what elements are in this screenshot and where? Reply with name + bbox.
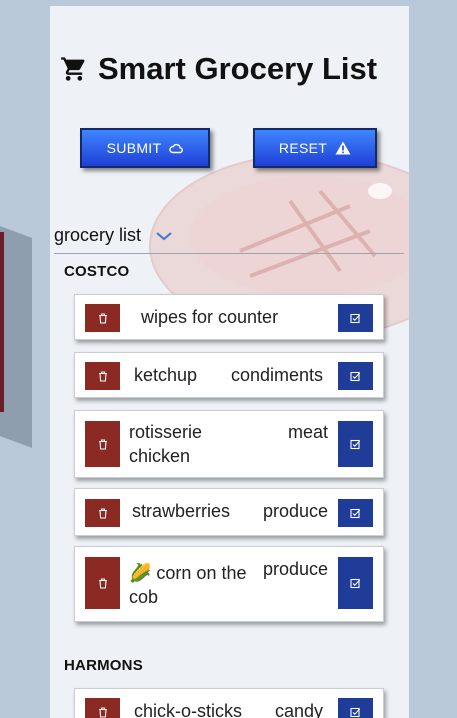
submit-button[interactable]: SUBMIT xyxy=(80,128,210,168)
grocery-list-toggle[interactable]: grocery list xyxy=(54,218,404,254)
item-category: candy xyxy=(274,701,323,718)
edit-item-button[interactable] xyxy=(338,698,373,718)
edit-item-button[interactable] xyxy=(338,362,373,390)
background-strip xyxy=(0,232,4,412)
item-name: 🌽 corn on the cob xyxy=(129,563,247,607)
item-category: produce xyxy=(262,559,328,579)
chevron-down-icon xyxy=(156,231,172,240)
item-name: chick-o-sticks xyxy=(134,701,243,718)
page-title-text: Smart Grocery List xyxy=(98,50,378,86)
grocery-list-label: grocery list xyxy=(54,225,142,245)
cart-icon xyxy=(61,56,85,81)
delete-item-button[interactable] xyxy=(85,421,120,467)
app-panel: Smart Grocery List SUBMIT RESET grocery … xyxy=(50,6,409,718)
list-item: chick-o-sticks candy xyxy=(74,688,384,718)
edit-check-icon xyxy=(350,313,361,323)
list-item: ketchup condiments xyxy=(74,352,384,398)
reset-button[interactable]: RESET xyxy=(253,128,377,168)
delete-item-button[interactable] xyxy=(85,557,120,609)
item-name: wipes for counter xyxy=(141,307,279,327)
trash-icon xyxy=(98,577,107,589)
cloud-icon xyxy=(169,143,184,154)
list-item: 🌽 corn on the cob produce xyxy=(74,546,384,622)
store-heading: COSTCO xyxy=(64,263,130,280)
list-item: rotisserie chicken meat xyxy=(74,410,384,478)
trash-icon xyxy=(98,438,107,450)
item-category: meat xyxy=(287,422,328,442)
item-category: produce xyxy=(262,501,328,521)
trash-icon xyxy=(98,312,107,324)
list-item: wipes for counter xyxy=(74,294,384,340)
item-name: strawberries xyxy=(132,501,231,521)
trash-icon xyxy=(98,706,107,718)
store-heading: HARMONS xyxy=(64,657,143,674)
edit-check-icon xyxy=(350,439,361,449)
edit-check-icon xyxy=(350,578,361,588)
edit-check-icon xyxy=(350,371,361,381)
delete-item-button[interactable] xyxy=(85,698,120,718)
submit-button-label: SUBMIT xyxy=(106,140,162,156)
page-title: Smart Grocery List xyxy=(60,46,405,91)
delete-item-button[interactable] xyxy=(85,304,120,332)
reset-button-label: RESET xyxy=(278,140,328,156)
delete-item-button[interactable] xyxy=(85,499,120,527)
warning-icon xyxy=(335,141,351,155)
edit-item-button[interactable] xyxy=(338,557,373,609)
edit-item-button[interactable] xyxy=(338,304,373,332)
edit-item-button[interactable] xyxy=(338,421,373,467)
trash-icon xyxy=(98,507,107,519)
edit-item-button[interactable] xyxy=(338,499,373,527)
list-item: strawberries produce xyxy=(74,488,384,536)
edit-check-icon xyxy=(350,508,361,518)
background-shape xyxy=(0,226,32,448)
edit-check-icon xyxy=(350,707,361,717)
trash-icon xyxy=(98,370,107,382)
item-name: rotisserie chicken xyxy=(129,422,203,466)
delete-item-button[interactable] xyxy=(85,362,120,390)
item-category: condiments xyxy=(230,365,323,385)
